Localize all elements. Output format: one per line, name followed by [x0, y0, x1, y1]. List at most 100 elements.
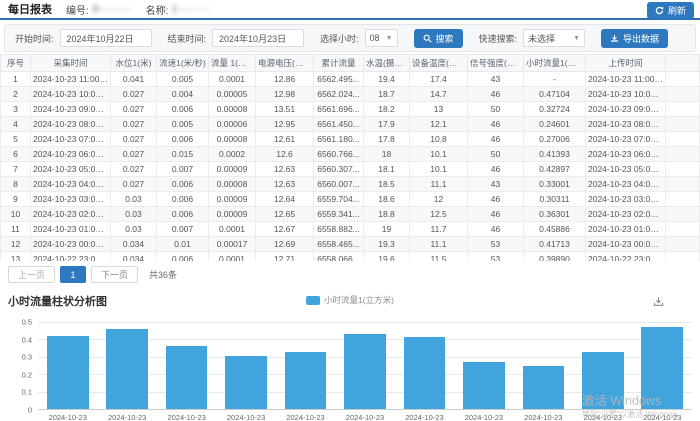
table-column-header: 电源电压(伏特): [256, 55, 314, 72]
table-cell: 2024-10-23 06:00:38: [586, 147, 666, 162]
bar[interactable]: [47, 336, 89, 409]
table-cell: 6559.341...: [314, 207, 364, 222]
current-page-button[interactable]: 1: [60, 266, 86, 283]
bar[interactable]: [166, 346, 208, 409]
table-cell: 0.32724: [524, 102, 586, 117]
table-cell: 2024-10-23 04:00:00: [31, 177, 111, 192]
table-cell: 46: [468, 87, 524, 102]
table-cell: 2024-10-23 02:00:45: [586, 207, 666, 222]
table-cell: [666, 132, 700, 147]
bar[interactable]: [106, 329, 148, 409]
y-axis-tick-label: 0.2: [22, 370, 32, 379]
x-axis-tick-label: 2024-10-23: [216, 410, 275, 421]
table-cell: 0.0001: [209, 222, 256, 237]
x-axis-tick-label: 2024-10-23: [395, 410, 454, 421]
table-row: 52024-10-23 07:00:000.0270.0060.0000812.…: [1, 132, 700, 147]
table-cell: 2024-10-23 09:00:00: [31, 102, 111, 117]
chart-legend-item[interactable]: 小时流量1(立方米): [306, 294, 394, 306]
table-cell: 11.1: [410, 237, 468, 252]
table-cell: 0.006: [157, 192, 209, 207]
table-cell: 12.1: [410, 117, 468, 132]
table-cell: 10.1: [410, 147, 468, 162]
table-cell: 1: [1, 72, 31, 87]
table-cell: 12.69: [256, 237, 314, 252]
table-cell: 17.9: [364, 117, 410, 132]
x-axis-tick-label: 2024-10-23: [335, 410, 394, 421]
table-cell: 6558.882...: [314, 222, 364, 237]
table-cell: 2024-10-22 23:00:00: [31, 252, 111, 262]
legend-swatch: [306, 296, 320, 305]
bar[interactable]: [285, 352, 327, 409]
table-cell: 0.027: [111, 162, 157, 177]
table-cell: 12.71: [256, 252, 314, 262]
bar[interactable]: [463, 362, 505, 409]
table-cell: 0.00005: [209, 87, 256, 102]
table-cell: 2024-10-23 01:00:00: [31, 222, 111, 237]
table-cell: 0.00009: [209, 192, 256, 207]
bar-slot: [276, 322, 335, 409]
bar[interactable]: [523, 366, 565, 409]
chart-x-axis: 2024-10-232024-10-232024-10-232024-10-23…: [38, 410, 692, 421]
bar[interactable]: [225, 356, 267, 409]
end-time-input[interactable]: [212, 29, 304, 47]
bar[interactable]: [582, 352, 624, 409]
table-cell: 0.03: [111, 222, 157, 237]
table-cell: 12.63: [256, 177, 314, 192]
table-cell: 0.00008: [209, 132, 256, 147]
hour-select[interactable]: 08 ▼: [365, 29, 398, 47]
table-cell: 6558.465...: [314, 237, 364, 252]
download-icon: [610, 34, 619, 43]
legend-label: 小时流量1(立方米): [324, 294, 394, 306]
table-row: 92024-10-23 03:00:000.030.0060.0000912.6…: [1, 192, 700, 207]
table-cell: 0.33001: [524, 177, 586, 192]
next-page-button[interactable]: 下一页: [91, 266, 138, 283]
table-cell: 18.2: [364, 102, 410, 117]
table-cell: 6560.007...: [314, 177, 364, 192]
start-time-input[interactable]: [60, 29, 152, 47]
table-cell: 6: [1, 147, 31, 162]
table-cell: 0.03: [111, 207, 157, 222]
table-cell: 6560.766...: [314, 147, 364, 162]
table-cell: 0.006: [157, 177, 209, 192]
table-cell: [666, 222, 700, 237]
table-cell: 13: [1, 252, 31, 262]
table-cell: 46: [468, 222, 524, 237]
table-cell: 0.41393: [524, 147, 586, 162]
table-cell: 53: [468, 252, 524, 262]
quick-search-select[interactable]: 未选择 ▼: [523, 29, 585, 47]
table-cell: 2024-10-23 04:00:57: [586, 177, 666, 192]
table-cell: [666, 162, 700, 177]
table-cell: 0.034: [111, 237, 157, 252]
table-cell: 2024-10-23 08:00:00: [31, 117, 111, 132]
table-cell: 0.007: [157, 222, 209, 237]
table-cell: 0.00017: [209, 237, 256, 252]
table-cell: 2024-10-23 02:00:00: [31, 207, 111, 222]
y-axis-tick-label: 0.1: [22, 388, 32, 397]
refresh-button[interactable]: 刷新: [647, 2, 694, 19]
bar-slot: [335, 322, 394, 409]
x-axis-tick-label: 2024-10-23: [276, 410, 335, 421]
search-button[interactable]: 搜索: [414, 29, 463, 48]
table-cell: 0.41713: [524, 237, 586, 252]
table-cell: 11.5: [410, 252, 468, 262]
table-body: 12024-10-23 11:00:000.0410.0050.000112.8…: [1, 72, 700, 262]
bar-slot: [633, 322, 692, 409]
table-cell: 0.47104: [524, 87, 586, 102]
table-cell: 12: [1, 237, 31, 252]
table-cell: 0.45886: [524, 222, 586, 237]
bar-slot: [514, 322, 573, 409]
bar[interactable]: [641, 327, 683, 409]
export-button[interactable]: 导出数据: [601, 29, 668, 48]
table-cell: 18.5: [364, 177, 410, 192]
y-axis-tick-label: 0.4: [22, 335, 32, 344]
table-cell: 43: [468, 72, 524, 87]
bar-slot: [157, 322, 216, 409]
table-cell: 10: [1, 207, 31, 222]
prev-page-button[interactable]: 上一页: [8, 266, 55, 283]
table-cell: 0.027: [111, 132, 157, 147]
table-cell: 2: [1, 87, 31, 102]
bar[interactable]: [344, 334, 386, 409]
save-image-icon[interactable]: [653, 294, 664, 312]
chart-plot-area: 0.50.40.30.20.10: [8, 322, 692, 410]
bar[interactable]: [404, 337, 446, 409]
